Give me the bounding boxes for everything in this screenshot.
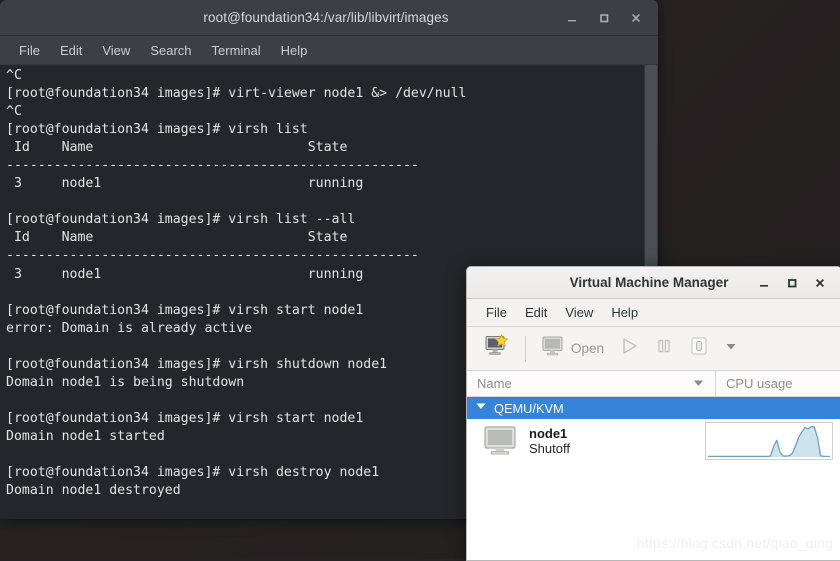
- play-icon: [618, 336, 640, 361]
- terminal-maximize-button[interactable]: [588, 4, 620, 32]
- shutdown-vm-button[interactable]: [681, 332, 717, 365]
- vm-monitor-icon: [483, 425, 529, 457]
- terminal-menu-edit[interactable]: Edit: [51, 40, 91, 61]
- terminal-title: root@foundation34:/var/lib/libvirt/image…: [203, 10, 449, 25]
- terminal-window-controls: [556, 4, 658, 32]
- vm-list-row-node1[interactable]: node1 Shutoff: [467, 419, 840, 463]
- cpu-usage-sparkline-svg: [708, 425, 830, 458]
- column-header-cpu-usage[interactable]: CPU usage: [716, 371, 840, 396]
- terminal-close-button[interactable]: [620, 4, 652, 32]
- vm-text-block: node1 Shutoff: [529, 426, 705, 457]
- run-vm-button[interactable]: [611, 333, 647, 364]
- vmm-menu-help[interactable]: Help: [602, 302, 647, 323]
- vmm-window-controls: [751, 271, 840, 295]
- pause-icon: [654, 336, 674, 361]
- new-vm-icon: [484, 333, 510, 363]
- open-vm-button[interactable]: Open: [534, 332, 611, 365]
- terminal-menu-view[interactable]: View: [93, 40, 139, 61]
- vm-state: Shutoff: [529, 440, 570, 456]
- vmm-title: Virtual Machine Manager: [569, 275, 729, 290]
- vmm-menu-view[interactable]: View: [556, 302, 602, 323]
- vmm-column-headers: Name CPU usage: [467, 371, 840, 397]
- vmm-menubar[interactable]: File Edit View Help: [467, 299, 840, 327]
- new-virtual-machine-button[interactable]: [477, 331, 517, 366]
- terminal-menubar[interactable]: File Edit View Search Terminal Help: [0, 36, 658, 65]
- terminal-minimize-button[interactable]: [556, 4, 588, 32]
- toolbar-separator-1: [525, 335, 526, 362]
- connection-label: QEMU/KVM: [494, 400, 564, 416]
- vmm-toolbar[interactable]: Open: [467, 327, 840, 371]
- terminal-menu-search[interactable]: Search: [141, 40, 200, 61]
- shutdown-options-dropdown[interactable]: [717, 336, 745, 361]
- terminal-titlebar[interactable]: root@foundation34:/var/lib/libvirt/image…: [0, 0, 658, 36]
- connection-row-qemu-kvm[interactable]: QEMU/KVM: [467, 397, 840, 419]
- vmm-vm-list[interactable]: QEMU/KVM node1 Shutoff: [467, 397, 840, 560]
- column-header-name-label: Name: [477, 376, 512, 391]
- terminal-menu-help[interactable]: Help: [272, 40, 317, 61]
- virtual-machine-manager-window[interactable]: Virtual Machine Manager File Edit View H…: [466, 266, 840, 561]
- monitor-icon: [541, 335, 565, 362]
- pause-vm-button[interactable]: [647, 333, 681, 364]
- cpu-usage-sparkline: [705, 422, 833, 460]
- terminal-menu-file[interactable]: File: [10, 40, 49, 61]
- chevron-down-icon: [724, 339, 738, 358]
- vmm-menu-edit[interactable]: Edit: [516, 302, 556, 323]
- column-header-name[interactable]: Name: [467, 371, 716, 396]
- vmm-maximize-button[interactable]: [779, 271, 805, 295]
- column-header-cpu-usage-label: CPU usage: [726, 376, 793, 391]
- vmm-minimize-button[interactable]: [751, 271, 777, 295]
- vmm-menu-file[interactable]: File: [477, 302, 516, 323]
- sort-chevron-down-icon: [692, 376, 705, 392]
- terminal-menu-terminal[interactable]: Terminal: [203, 40, 270, 61]
- vmm-close-button[interactable]: [807, 271, 833, 295]
- power-switch-icon: [688, 335, 710, 362]
- open-vm-label: Open: [571, 341, 605, 356]
- expander-triangle-down-icon[interactable]: [475, 399, 487, 417]
- vm-name: node1: [529, 425, 568, 441]
- vmm-titlebar[interactable]: Virtual Machine Manager: [467, 267, 840, 299]
